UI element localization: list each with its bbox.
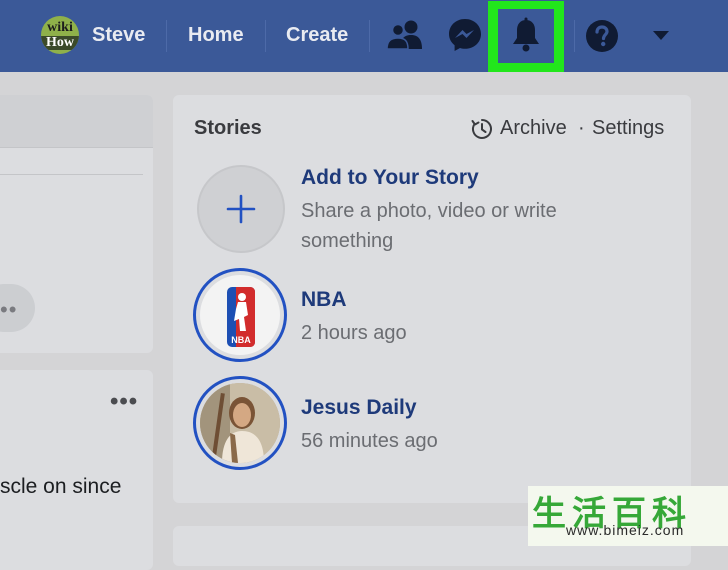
nba-logo-text: NBA: [231, 335, 251, 345]
friend-requests-icon[interactable]: [386, 19, 424, 51]
nav-divider: [166, 20, 167, 52]
archive-link[interactable]: Archive: [500, 117, 567, 140]
plus-icon[interactable]: [225, 193, 257, 225]
chevron-down-icon[interactable]: [652, 30, 670, 42]
home-link[interactable]: Home: [188, 22, 244, 48]
story-avatar-jesus-daily[interactable]: [193, 376, 287, 470]
story-time-jesus-daily: 56 minutes ago: [301, 430, 438, 452]
composer-card-header: [0, 95, 153, 148]
story-time-nba: 2 hours ago: [301, 322, 407, 344]
profile-avatar[interactable]: wiki How: [41, 16, 79, 54]
post-text: scle on since: [0, 475, 122, 498]
create-link[interactable]: Create: [286, 22, 348, 48]
story-avatar-nba[interactable]: NBA: [193, 268, 287, 362]
messenger-icon[interactable]: [447, 17, 483, 53]
nav-divider: [265, 20, 266, 52]
post-more-options-icon[interactable]: •••: [110, 388, 138, 416]
link-separator: ·: [578, 117, 585, 139]
add-story-title[interactable]: Add to Your Story: [301, 166, 479, 190]
stories-title: Stories: [194, 117, 262, 139]
card-divider: [0, 174, 143, 175]
story-name-nba[interactable]: NBA: [301, 288, 347, 312]
jesus-daily-picture: [200, 383, 280, 463]
avatar-logo-line2: How: [41, 36, 79, 50]
archive-clock-icon[interactable]: [470, 117, 494, 141]
avatar-logo-line1: wiki: [47, 20, 73, 35]
nba-logo-icon: NBA: [227, 287, 255, 347]
add-story-subtitle-line2: something: [301, 230, 394, 252]
watermark-url: www.bimeiz.com: [566, 522, 685, 538]
more-options-icon[interactable]: ••: [0, 297, 17, 323]
settings-link[interactable]: Settings: [592, 117, 664, 140]
profile-name-link[interactable]: Steve: [92, 22, 145, 48]
add-story-subtitle-line1: Share a photo, video or write: [301, 200, 557, 222]
nba-logo: NBA: [200, 275, 280, 355]
portrait-image-icon: [200, 383, 280, 463]
nav-divider: [574, 20, 575, 52]
story-name-jesus-daily[interactable]: Jesus Daily: [301, 396, 417, 420]
bell-icon[interactable]: [510, 17, 542, 53]
nav-divider: [369, 20, 370, 52]
help-icon[interactable]: [585, 19, 619, 53]
